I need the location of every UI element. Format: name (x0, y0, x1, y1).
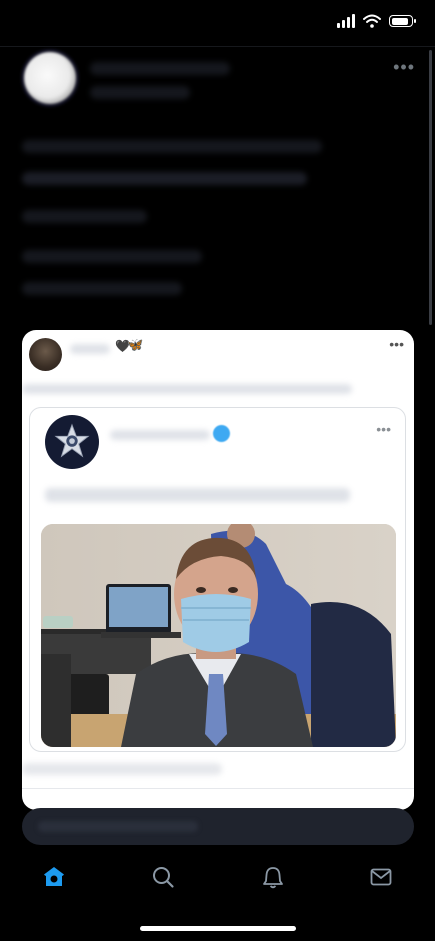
mail-icon (370, 868, 392, 886)
quoted-text-blurred (45, 488, 350, 502)
courtroom-photo (41, 524, 396, 747)
card-text-blurred (22, 384, 352, 394)
status-icons (337, 14, 416, 28)
card-divider (22, 788, 414, 789)
police-star-badge-logo (45, 415, 99, 469)
home-icon (44, 867, 64, 886)
quoted-post[interactable]: ••• (29, 407, 406, 752)
bell-icon (263, 867, 283, 889)
quoted-author-blurred (110, 430, 210, 440)
post-text-blurred (22, 250, 202, 263)
search-icon (153, 867, 174, 888)
battery-icon (389, 15, 416, 27)
butterfly-emoji: 🦋 (127, 337, 144, 352)
author-handle-blurred (90, 86, 190, 99)
tab-notifications[interactable] (260, 864, 286, 890)
signal-icon (337, 14, 355, 28)
reply-placeholder-blurred (38, 821, 198, 832)
wifi-icon (363, 14, 381, 28)
status-bar (0, 0, 435, 46)
post-text-blurred (22, 282, 182, 295)
bottom-tab-bar (0, 850, 435, 910)
star-badge-icon (54, 423, 90, 458)
tab-messages[interactable] (368, 864, 394, 890)
reply-input[interactable] (22, 808, 414, 845)
post-text-blurred (22, 172, 307, 185)
card-author-avatar (29, 338, 62, 371)
battery-level (391, 17, 408, 25)
home-indicator[interactable] (140, 926, 296, 931)
scrollbar[interactable] (429, 50, 432, 325)
header-divider (0, 46, 435, 47)
verified-badge-icon (213, 425, 230, 442)
post-text-blurred (22, 140, 322, 153)
author-avatar[interactable] (24, 52, 76, 104)
author-name-blurred (90, 62, 230, 75)
tab-search[interactable] (150, 864, 176, 890)
quoted-more-icon[interactable]: ••• (376, 421, 391, 437)
post-text-blurred (22, 210, 147, 223)
embedded-post-card[interactable]: 🖤 🦋 ••• ••• (22, 330, 414, 810)
card-author-name-blurred (70, 344, 110, 354)
tab-home[interactable] (41, 864, 67, 890)
quoted-photo[interactable] (41, 524, 396, 747)
post-more-icon[interactable]: ••• (393, 57, 415, 78)
card-caption-blurred (22, 763, 222, 775)
card-more-icon[interactable]: ••• (389, 336, 404, 352)
